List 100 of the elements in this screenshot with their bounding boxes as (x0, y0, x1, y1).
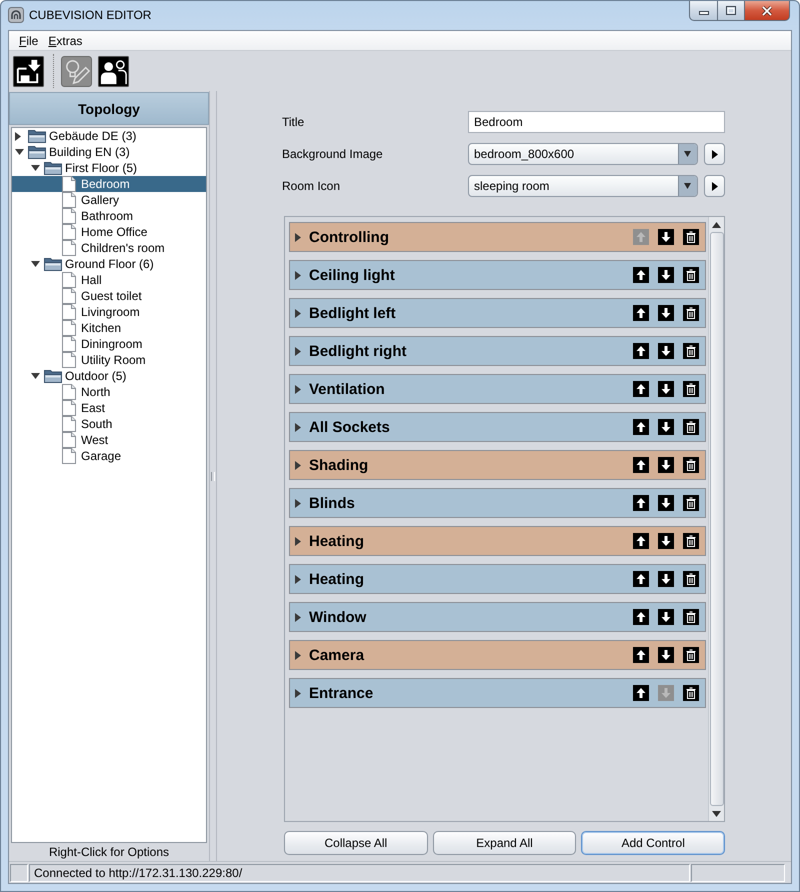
move-up-button[interactable] (633, 457, 649, 473)
tree-item[interactable]: Garage (12, 448, 206, 464)
section-title: Controlling (309, 228, 389, 246)
move-down-button[interactable] (658, 343, 674, 359)
caret-right-icon (295, 574, 301, 584)
tree-item[interactable]: Building EN (3) (12, 144, 206, 160)
action-button[interactable]: Expand All (432, 831, 576, 855)
move-up-button[interactable] (633, 495, 649, 511)
tree-item[interactable]: Home Office (12, 224, 206, 240)
section-header[interactable]: Camera (289, 640, 706, 670)
section-header[interactable]: Window (289, 602, 706, 632)
tree-item[interactable]: Children's room (12, 240, 206, 256)
delete-button[interactable] (683, 419, 699, 435)
menu-item[interactable]: Extras (44, 34, 86, 48)
menu-item[interactable]: File (15, 34, 42, 48)
tree-item[interactable]: Livingroom (12, 304, 206, 320)
tree-item[interactable]: Diningroom (12, 336, 206, 352)
move-down-button[interactable] (658, 305, 674, 321)
minimize-button[interactable] (689, 1, 717, 21)
section-header[interactable]: Bedlight left (289, 298, 706, 328)
section-header[interactable]: Ventilation (289, 374, 706, 404)
tree-item[interactable]: East (12, 400, 206, 416)
tree-item[interactable]: Bedroom (12, 176, 206, 192)
delete-button[interactable] (683, 571, 699, 587)
move-up-button[interactable] (633, 571, 649, 587)
tree-item[interactable]: Kitchen (12, 320, 206, 336)
move-up-button[interactable] (633, 343, 649, 359)
action-button[interactable]: Add Control (581, 831, 726, 855)
delete-button[interactable] (683, 381, 699, 397)
section-header[interactable]: Shading (289, 450, 706, 480)
tree-item[interactable]: South (12, 416, 206, 432)
section-header[interactable]: Ceiling light (289, 260, 706, 290)
delete-button[interactable] (683, 305, 699, 321)
move-up-button[interactable] (633, 381, 649, 397)
tree-item[interactable]: Utility Room (12, 352, 206, 368)
move-down-button[interactable] (658, 647, 674, 663)
tree-item[interactable]: Outdoor (5) (12, 368, 206, 384)
toolbar-button[interactable] (98, 56, 129, 86)
app-icon (8, 7, 24, 23)
dropdown[interactable]: sleeping room (468, 175, 698, 197)
delete-button[interactable] (683, 495, 699, 511)
section-title: Bedlight left (309, 304, 396, 322)
move-up-button[interactable] (633, 533, 649, 549)
delete-button[interactable] (683, 267, 699, 283)
section-header[interactable]: Heating (289, 564, 706, 594)
tree-item[interactable]: First Floor (5) (12, 160, 206, 176)
move-up-button[interactable] (633, 609, 649, 625)
text-field[interactable]: Bedroom (468, 111, 725, 133)
maximize-button[interactable] (717, 1, 745, 21)
arrow-button[interactable] (704, 175, 725, 197)
caret-down-icon[interactable] (31, 373, 40, 379)
move-down-button[interactable] (658, 457, 674, 473)
tree-item[interactable]: Ground Floor (6) (12, 256, 206, 272)
caret-down-icon[interactable] (31, 165, 40, 171)
move-down-button[interactable] (658, 419, 674, 435)
splitter-handle[interactable] (209, 91, 217, 861)
delete-button[interactable] (683, 685, 699, 701)
delete-button[interactable] (683, 647, 699, 663)
section-header[interactable]: Heating (289, 526, 706, 556)
delete-button[interactable] (683, 609, 699, 625)
scrollbar[interactable] (708, 217, 724, 821)
action-button[interactable]: Collapse All (284, 831, 428, 855)
move-down-button[interactable] (658, 571, 674, 587)
section-header[interactable]: Blinds (289, 488, 706, 518)
tree-item[interactable]: Gallery (12, 192, 206, 208)
close-button[interactable] (745, 1, 790, 21)
move-down-button[interactable] (658, 267, 674, 283)
section-header[interactable]: Bedlight right (289, 336, 706, 366)
move-up-button[interactable] (633, 685, 649, 701)
move-up-button[interactable] (633, 305, 649, 321)
move-down-button[interactable] (658, 229, 674, 245)
section-header[interactable]: Controlling (289, 222, 706, 252)
dropdown[interactable]: bedroom_800x600 (468, 143, 698, 165)
delete-button[interactable] (683, 229, 699, 245)
tree-item[interactable]: Bathroom (12, 208, 206, 224)
arrow-button[interactable] (704, 143, 725, 165)
move-down-button[interactable] (658, 381, 674, 397)
section-header[interactable]: Entrance (289, 678, 706, 708)
tree-item[interactable]: West (12, 432, 206, 448)
delete-button[interactable] (683, 533, 699, 549)
tree-item[interactable]: Hall (12, 272, 206, 288)
move-down-button[interactable] (658, 495, 674, 511)
tree-item[interactable]: North (12, 384, 206, 400)
move-up-button[interactable] (633, 647, 649, 663)
caret-right-icon[interactable] (15, 132, 21, 140)
trash-icon (683, 267, 699, 283)
caret-down-icon[interactable] (31, 261, 40, 267)
move-up-button[interactable] (633, 419, 649, 435)
arrow-down-icon (658, 229, 674, 245)
move-down-button[interactable] (658, 533, 674, 549)
move-down-button[interactable] (658, 609, 674, 625)
delete-button[interactable] (683, 343, 699, 359)
tree-item[interactable]: Gebäude DE (3) (12, 128, 206, 144)
section-header[interactable]: All Sockets (289, 412, 706, 442)
move-up-button[interactable] (633, 267, 649, 283)
toolbar-button[interactable] (13, 56, 44, 86)
caret-down-icon[interactable] (15, 149, 24, 155)
tree-item[interactable]: Guest toilet (12, 288, 206, 304)
delete-button[interactable] (683, 457, 699, 473)
scrollbar-thumb[interactable] (710, 232, 724, 806)
